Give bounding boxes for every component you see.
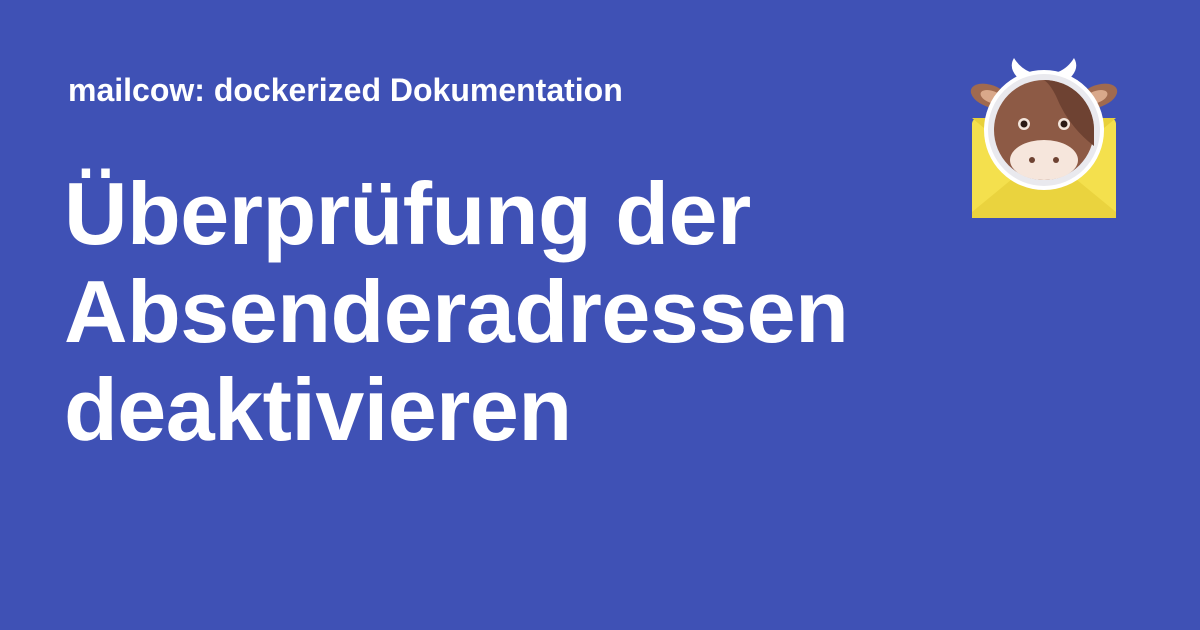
left-nostril — [1029, 157, 1035, 163]
mailcow-logo-icon — [970, 58, 1118, 218]
right-eye — [1060, 120, 1068, 128]
left-eye — [1020, 120, 1028, 128]
social-card: mailcow: dockerized Dokumentation Überpr… — [0, 0, 1200, 630]
page-title: Überprüfung der Absenderadressen deaktiv… — [64, 165, 884, 459]
page-title-line-3: deaktivieren — [64, 360, 572, 459]
page-title-line-2: Absenderadressen — [64, 262, 849, 361]
right-nostril — [1053, 157, 1059, 163]
page-title-line-1: Überprüfung der — [64, 164, 751, 263]
site-name: mailcow: dockerized Dokumentation — [68, 72, 623, 108]
cow-muzzle — [1010, 140, 1078, 180]
